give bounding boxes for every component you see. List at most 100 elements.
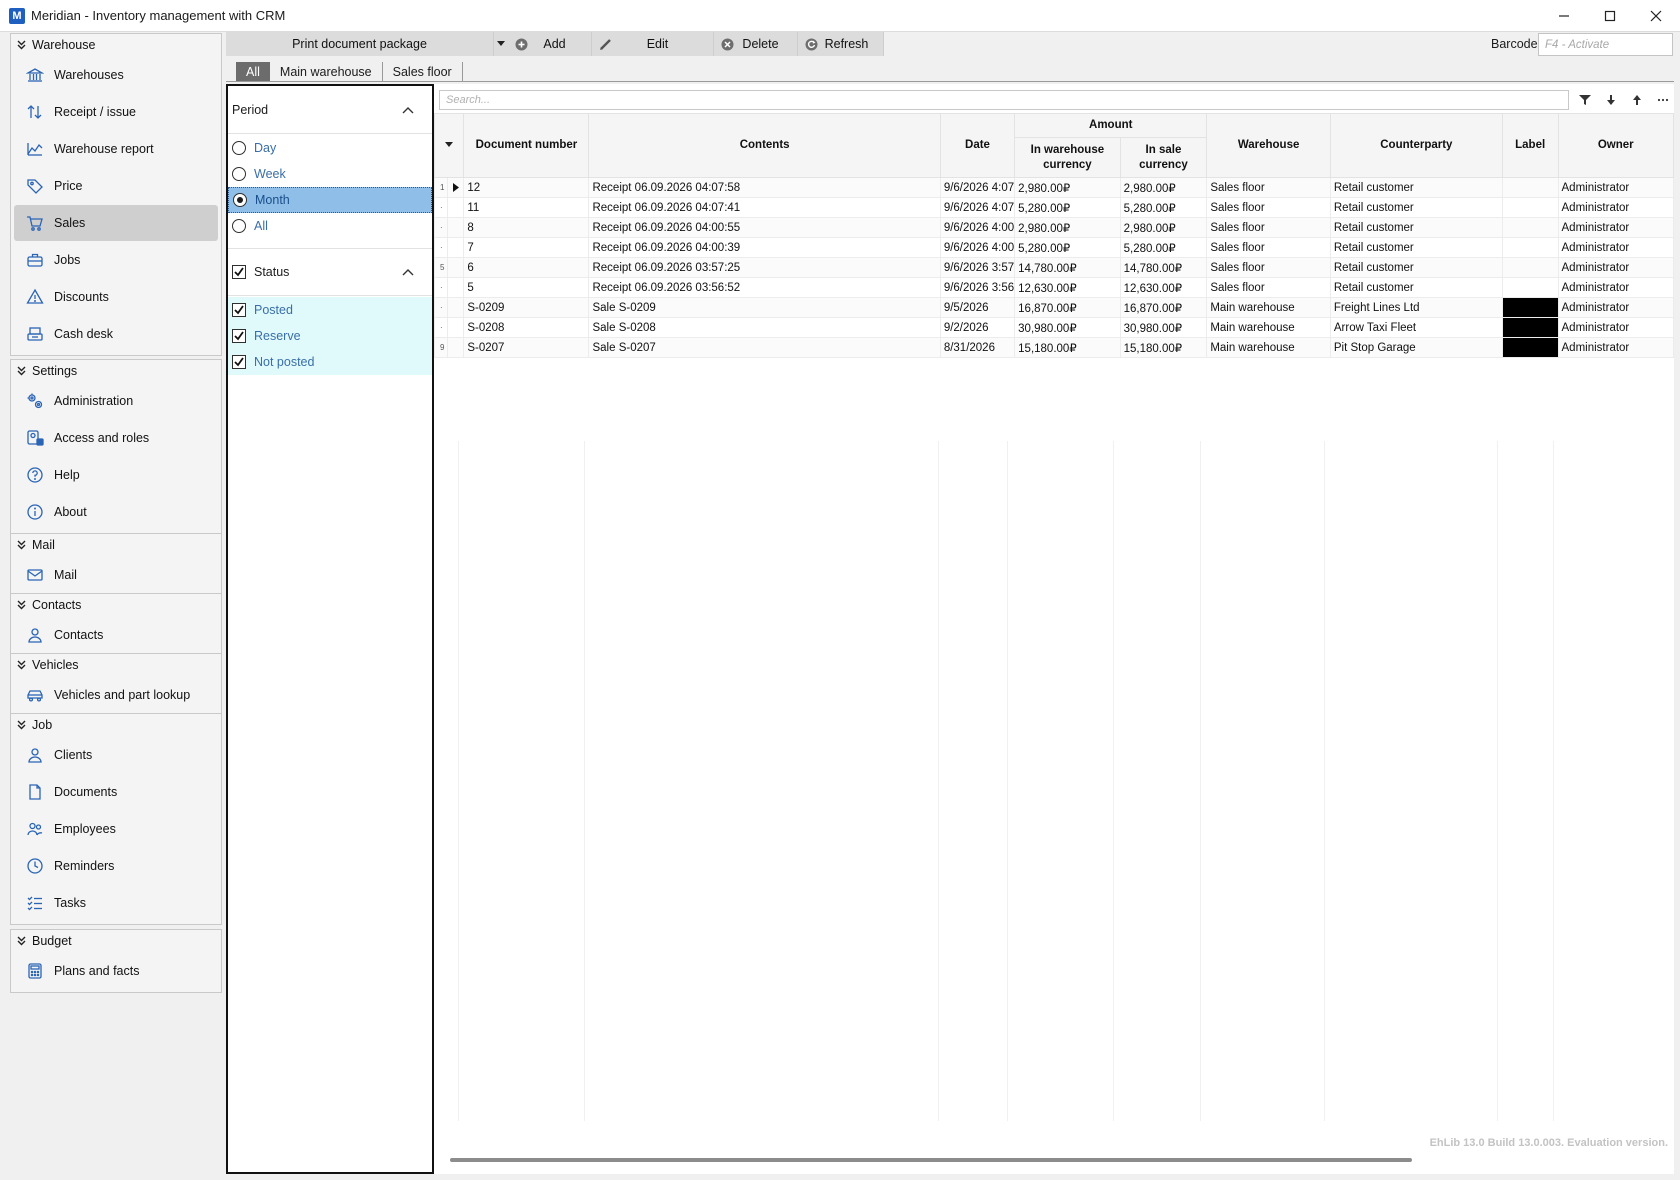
cell-contents[interactable]: Sale S-0208	[588, 317, 941, 338]
cell-contents[interactable]: Sale S-0207	[588, 337, 941, 358]
sidebar-item-vehicles-and-part-lookup[interactable]: Vehicles and part lookup	[14, 677, 218, 713]
column-header-warehouse[interactable]: Warehouse	[1206, 113, 1331, 178]
period-option-week[interactable]: Week	[228, 161, 432, 187]
radio-button[interactable]	[232, 219, 246, 233]
cell-owner[interactable]: Administrator	[1557, 197, 1675, 218]
column-header-amount[interactable]: Amount	[1014, 113, 1208, 138]
sidebar-item-access-and-roles[interactable]: Access and roles	[14, 420, 218, 456]
sidebar-item-documents[interactable]: Documents	[14, 774, 218, 810]
cell-date[interactable]: 9/6/2026 4:07	[939, 177, 1016, 198]
cell-contents[interactable]: Receipt 06.09.2026 04:07:41	[588, 197, 941, 218]
cell-counterparty[interactable]: Retail customer	[1329, 257, 1503, 278]
cell-contents[interactable]: Sale S-0209	[588, 297, 941, 318]
cell-label[interactable]	[1501, 337, 1559, 358]
cell-amount-sale-currency[interactable]: 5,280.00₽	[1119, 237, 1208, 258]
cell-document-number[interactable]: 5	[463, 277, 590, 298]
cell-document-number[interactable]: 12	[463, 177, 590, 198]
cell-amount-sale-currency[interactable]: 2,980.00₽	[1119, 217, 1208, 238]
sidebar-item-mail[interactable]: Mail	[14, 557, 218, 593]
cell-amount-sale-currency[interactable]: 30,980.00₽	[1119, 317, 1208, 338]
cell-amount-sale-currency[interactable]: 5,280.00₽	[1119, 197, 1208, 218]
checkbox[interactable]	[232, 303, 246, 317]
cell-warehouse[interactable]: Main warehouse	[1206, 297, 1331, 318]
cell-owner[interactable]: Administrator	[1557, 177, 1675, 198]
cell-amount-sale-currency[interactable]: 12,630.00₽	[1119, 277, 1208, 298]
edit-button[interactable]: Edit	[592, 32, 714, 56]
sidebar-item-reminders[interactable]: Reminders	[14, 848, 218, 884]
cell-amount-warehouse-currency[interactable]: 15,180.00₽	[1014, 337, 1121, 358]
column-header-counterparty[interactable]: Counterparty	[1329, 113, 1503, 178]
cell-owner[interactable]: Administrator	[1557, 277, 1675, 298]
cell-warehouse[interactable]: Sales floor	[1206, 177, 1331, 198]
cell-document-number[interactable]: 8	[463, 217, 590, 238]
search-input[interactable]	[439, 90, 1569, 110]
cell-document-number[interactable]: S-0207	[463, 337, 590, 358]
sidebar-item-jobs[interactable]: Jobs	[14, 242, 218, 278]
cell-label[interactable]	[1501, 197, 1559, 218]
cell-label[interactable]	[1501, 177, 1559, 198]
cell-amount-warehouse-currency[interactable]: 5,280.00₽	[1014, 237, 1121, 258]
barcode-input[interactable]	[1538, 33, 1673, 56]
cell-contents[interactable]: Receipt 06.09.2026 04:00:39	[588, 237, 941, 258]
collapse-up-icon[interactable]	[402, 106, 414, 114]
sidebar-item-employees[interactable]: Employees	[14, 811, 218, 847]
warehouse-tab-main-warehouse[interactable]: Main warehouse	[270, 62, 383, 82]
cell-counterparty[interactable]: Retail customer	[1329, 277, 1503, 298]
cell-amount-warehouse-currency[interactable]: 16,870.00₽	[1014, 297, 1121, 318]
table-row[interactable]: 9 S-0207 Sale S-0207 8/31/2026 15,180.00₽ 15,…	[433, 337, 1675, 358]
cell-date[interactable]: 9/6/2026 4:00	[939, 217, 1016, 238]
status-all-checkbox[interactable]	[232, 265, 246, 279]
cell-counterparty[interactable]: Arrow Taxi Fleet	[1329, 317, 1503, 338]
sidebar-group-header[interactable]: Settings	[11, 360, 221, 382]
cell-counterparty[interactable]: Freight Lines Ltd	[1329, 297, 1503, 318]
cell-amount-warehouse-currency[interactable]: 30,980.00₽	[1014, 317, 1121, 338]
column-header-owner[interactable]: Owner	[1557, 113, 1675, 178]
cell-amount-sale-currency[interactable]: 15,180.00₽	[1119, 337, 1208, 358]
table-row[interactable]: · 7 Receipt 06.09.2026 04:00:39 9/6/2026 4:…	[433, 237, 1675, 258]
sidebar-item-cash-desk[interactable]: Cash desk	[14, 316, 218, 352]
cell-date[interactable]: 9/2/2026	[939, 317, 1016, 338]
cell-counterparty[interactable]: Retail customer	[1329, 197, 1503, 218]
cell-amount-sale-currency[interactable]: 2,980.00₽	[1119, 177, 1208, 198]
refresh-button[interactable]: Refresh	[798, 32, 884, 56]
sidebar-group-header[interactable]: Warehouse	[11, 34, 221, 56]
cell-warehouse[interactable]: Sales floor	[1206, 257, 1331, 278]
radio-button[interactable]	[232, 141, 246, 155]
cell-warehouse[interactable]: Sales floor	[1206, 197, 1331, 218]
cell-amount-sale-currency[interactable]: 16,870.00₽	[1119, 297, 1208, 318]
cell-counterparty[interactable]: Retail customer	[1329, 237, 1503, 258]
collapse-up-icon[interactable]	[402, 268, 414, 276]
column-header-contents[interactable]: Contents	[588, 113, 941, 178]
sidebar-item-administration[interactable]: Administration	[14, 383, 218, 419]
horizontal-scrollbar[interactable]	[450, 1158, 1412, 1162]
cell-document-number[interactable]: 6	[463, 257, 590, 278]
column-header-in-warehouse-currency[interactable]: In warehouse currency	[1014, 137, 1121, 178]
row-indicator-header[interactable]	[433, 113, 465, 178]
cell-contents[interactable]: Receipt 06.09.2026 04:07:58	[588, 177, 941, 198]
column-header-date[interactable]: Date	[939, 113, 1016, 178]
cell-owner[interactable]: Administrator	[1557, 237, 1675, 258]
cell-date[interactable]: 9/5/2026	[939, 297, 1016, 318]
cell-label[interactable]	[1501, 277, 1559, 298]
more-options-button[interactable]	[1655, 92, 1671, 108]
cell-label[interactable]	[1501, 257, 1559, 278]
cell-warehouse[interactable]: Sales floor	[1206, 277, 1331, 298]
maximize-button[interactable]	[1587, 0, 1633, 32]
delete-button[interactable]: Delete	[714, 32, 798, 56]
cell-warehouse[interactable]: Main warehouse	[1206, 317, 1331, 338]
cell-owner[interactable]: Administrator	[1557, 317, 1675, 338]
sidebar-item-tasks[interactable]: Tasks	[14, 885, 218, 921]
status-section-header[interactable]: Status	[228, 248, 432, 296]
cell-date[interactable]: 9/6/2026 3:56	[939, 277, 1016, 298]
period-option-day[interactable]: Day	[228, 135, 432, 161]
sidebar-item-warehouse-report[interactable]: Warehouse report	[14, 131, 218, 167]
sidebar-group-header[interactable]: Contacts	[11, 594, 221, 616]
cell-owner[interactable]: Administrator	[1557, 337, 1675, 358]
cell-date[interactable]: 9/6/2026 3:57	[939, 257, 1016, 278]
cell-date[interactable]: 9/6/2026 4:00	[939, 237, 1016, 258]
table-row[interactable]: · 8 Receipt 06.09.2026 04:00:55 9/6/2026 4:…	[433, 217, 1675, 238]
checkbox[interactable]	[232, 329, 246, 343]
column-header-label[interactable]: Label	[1501, 113, 1559, 178]
sidebar-group-header[interactable]: Mail	[11, 534, 221, 556]
sidebar-item-sales[interactable]: Sales	[14, 205, 218, 241]
